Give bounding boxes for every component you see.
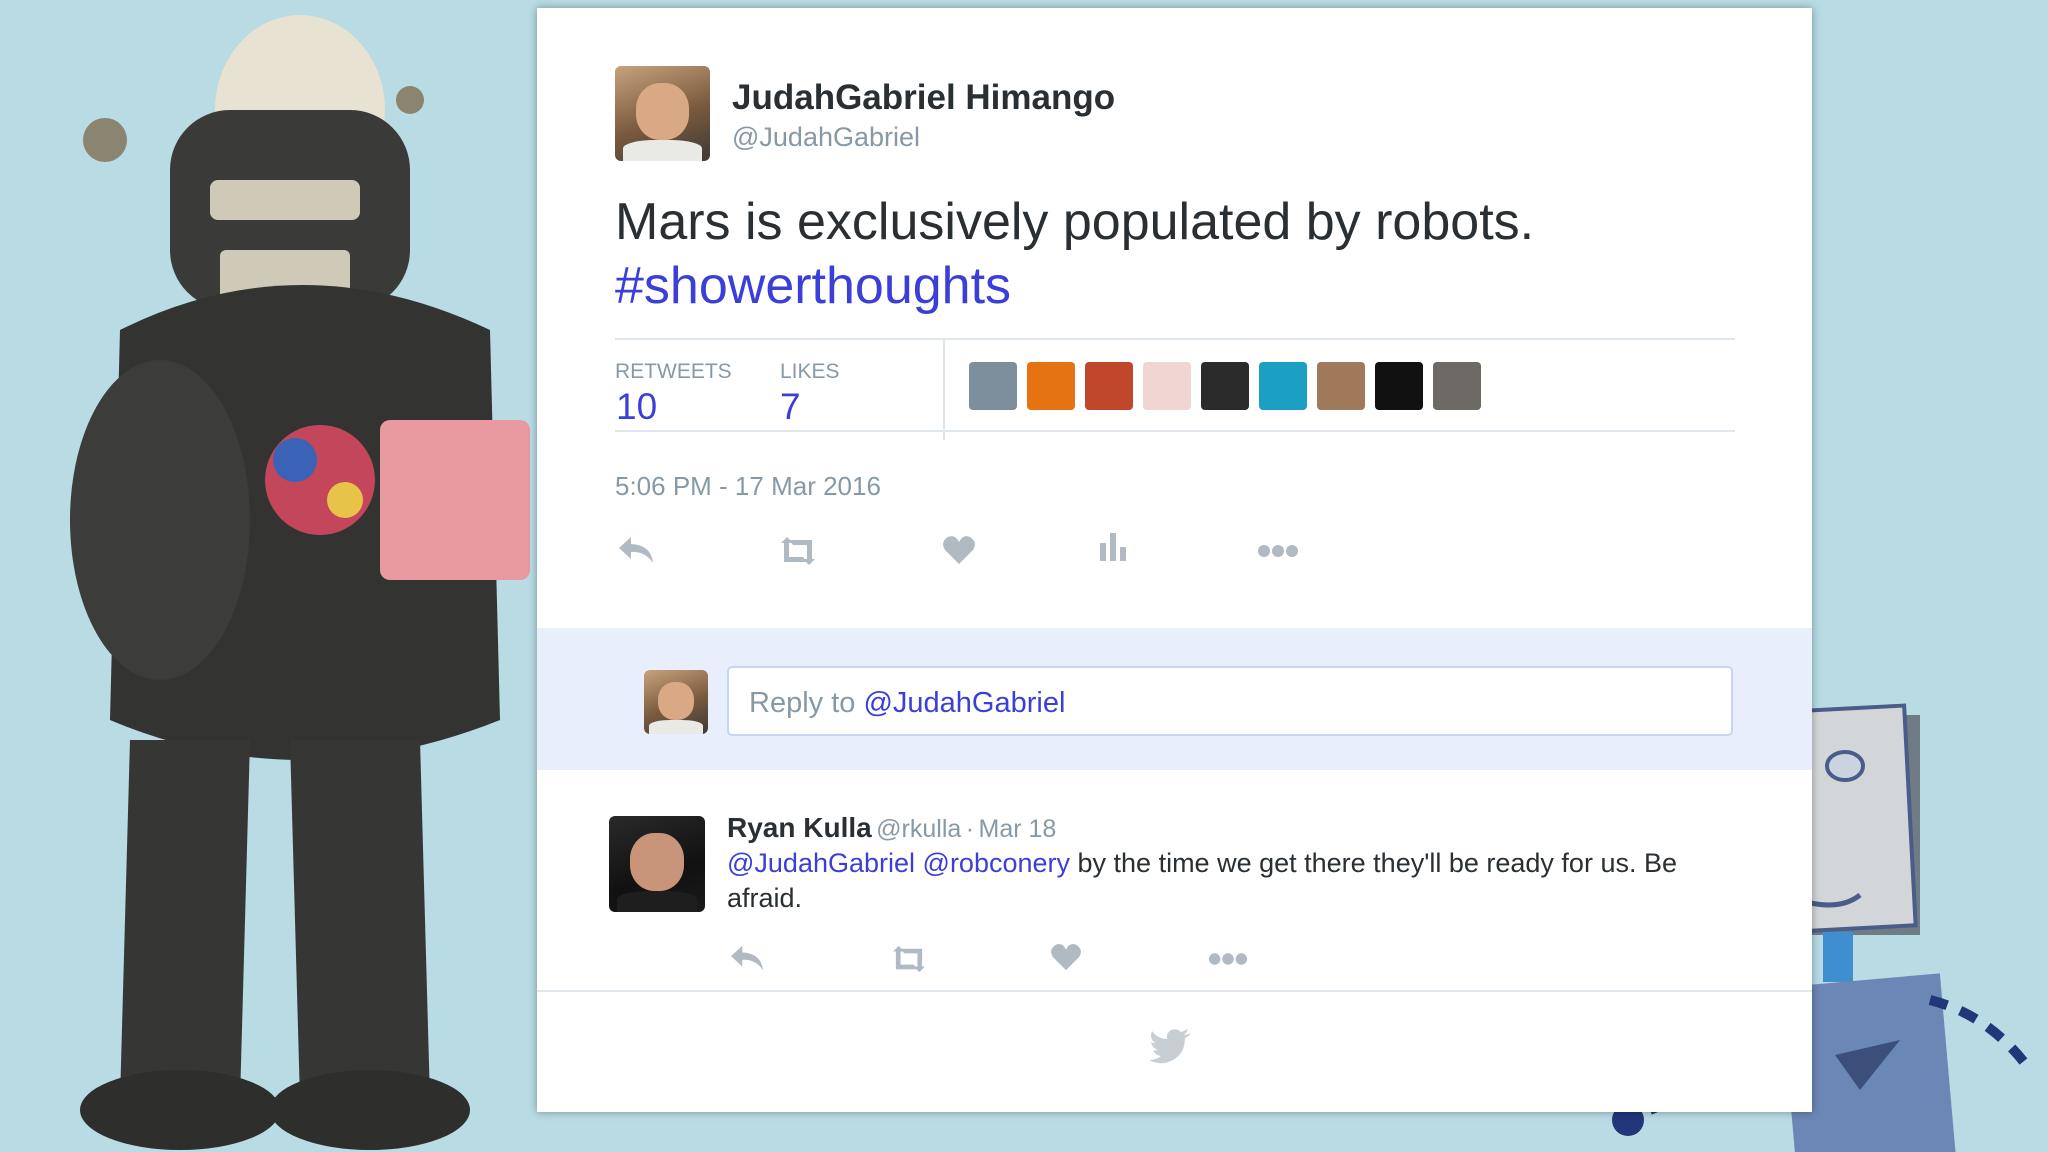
tweet-timestamp[interactable]: 5:06 PM - 17 Mar 2016 <box>615 471 881 502</box>
retweets-label[interactable]: RETWEETS <box>615 360 732 384</box>
liker-avatar[interactable] <box>1085 362 1133 410</box>
reply-icon[interactable] <box>617 533 655 567</box>
analytics-icon[interactable] <box>1098 531 1128 563</box>
liker-avatar[interactable] <box>1143 362 1191 410</box>
like-icon[interactable] <box>1050 942 1082 972</box>
more-icon[interactable] <box>1208 952 1248 966</box>
reply-mention-2[interactable]: @robconery <box>923 848 1070 878</box>
reply-mention-1[interactable]: @JudahGabriel <box>727 848 915 878</box>
reply-author-name[interactable]: Ryan Kulla <box>727 812 872 843</box>
author-name[interactable]: JudahGabriel Himango <box>732 78 1115 118</box>
reply-mention: @JudahGabriel <box>863 687 1066 719</box>
reply-date[interactable]: Mar 18 <box>979 815 1057 843</box>
stats-bottom-divider <box>615 430 1735 432</box>
tweet-body: Mars is exclusively populated by robots. <box>615 193 1535 251</box>
reply-header: Ryan Kulla @rkulla · Mar 18 <box>727 812 1056 844</box>
stats-top-divider <box>615 338 1735 340</box>
tweet-card: JudahGabriel Himango @JudahGabriel Mars … <box>537 8 1812 1112</box>
like-icon[interactable] <box>942 534 976 566</box>
retweet-icon[interactable] <box>889 944 929 974</box>
more-icon[interactable] <box>1257 544 1299 558</box>
retweets-count[interactable]: 10 <box>616 386 657 428</box>
liker-avatar[interactable] <box>1259 362 1307 410</box>
liker-avatar[interactable] <box>1027 362 1075 410</box>
liker-avatar[interactable] <box>1375 362 1423 410</box>
robot-illustration-left <box>70 15 530 1150</box>
reply-input[interactable]: Reply to @JudahGabriel <box>727 666 1733 736</box>
retweet-icon[interactable] <box>777 535 819 567</box>
stats-separator <box>943 338 945 440</box>
hashtag-link[interactable]: #showerthoughts <box>615 254 1765 318</box>
likes-count[interactable]: 7 <box>780 386 801 428</box>
author-handle[interactable]: @JudahGabriel <box>732 122 920 153</box>
reply-text: @JudahGabriel @robconery by the time we … <box>727 846 1727 916</box>
reply-author-avatar[interactable] <box>609 816 705 912</box>
reply-author-handle[interactable]: @rkulla <box>876 815 961 843</box>
liker-avatar[interactable] <box>1317 362 1365 410</box>
liker-avatar[interactable] <box>969 362 1017 410</box>
reply-tweet[interactable]: Ryan Kulla @rkulla · Mar 18 @JudahGabrie… <box>537 792 1812 1000</box>
reply-separator: · <box>965 815 975 843</box>
liker-avatar[interactable] <box>1433 362 1481 410</box>
footer-divider <box>537 990 1812 992</box>
author-avatar[interactable] <box>615 66 710 161</box>
reply-composer: Reply to @JudahGabriel <box>537 628 1812 770</box>
user-avatar[interactable] <box>644 670 708 734</box>
reply-prefix: Reply to <box>749 687 864 719</box>
liker-avatar[interactable] <box>1201 362 1249 410</box>
twitter-bird-icon[interactable] <box>1149 1028 1193 1069</box>
reply-icon[interactable] <box>729 942 765 974</box>
likes-label[interactable]: LIKES <box>780 360 840 384</box>
tweet-text: Mars is exclusively populated by robots.… <box>615 190 1765 318</box>
